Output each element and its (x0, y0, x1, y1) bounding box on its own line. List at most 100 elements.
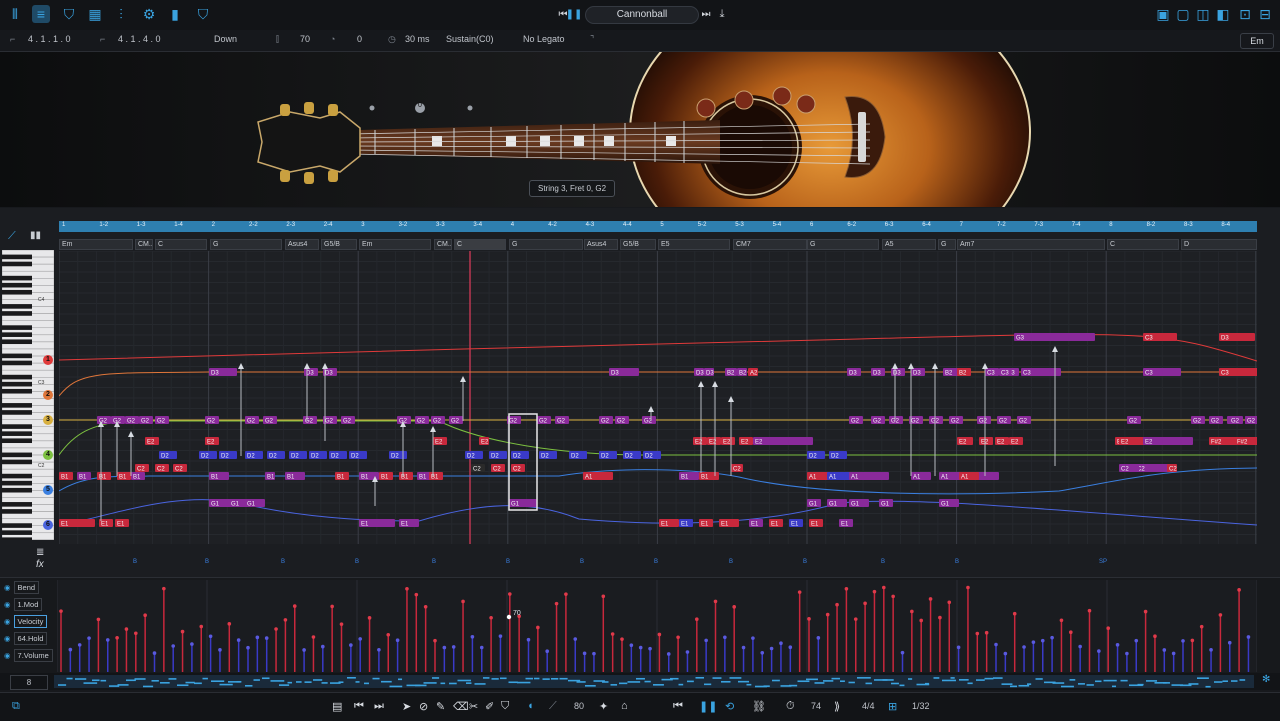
note-block[interactable]: E1 (769, 519, 783, 528)
note-block[interactable]: E1 (659, 519, 679, 528)
sliders-icon[interactable]: ⫶ (112, 5, 130, 23)
guard-icon[interactable]: ⛉ (194, 5, 212, 23)
black-key[interactable] (2, 452, 32, 458)
black-key[interactable] (2, 353, 32, 359)
offset-value[interactable]: 0 (357, 34, 362, 44)
curve-icon[interactable]: ⌝ (590, 34, 594, 45)
note-block[interactable]: G2 (871, 416, 885, 425)
note-block[interactable]: B1 (77, 472, 91, 481)
pointer-icon[interactable]: ➤ (402, 700, 411, 713)
note-block[interactable]: E2 (739, 437, 753, 446)
start-position[interactable]: 4 . 1 . 1 . 0 (28, 34, 71, 44)
window-icon[interactable]: ▢ (1174, 5, 1192, 23)
note-block[interactable]: G2 (889, 416, 903, 425)
note-block[interactable]: C2 (155, 464, 169, 473)
note-block[interactable]: G2 (245, 416, 259, 425)
note-block[interactable]: G2 (1245, 416, 1257, 425)
note-block[interactable]: G1 (849, 499, 869, 508)
note-block[interactable]: G2 (1017, 416, 1031, 425)
line-icon[interactable]: ⟋ (549, 700, 557, 713)
visibility-icon[interactable]: ◉ (4, 634, 11, 643)
shield-tool-icon[interactable]: ⛉ (501, 700, 509, 713)
note-block[interactable]: D3 (694, 368, 704, 377)
note-block[interactable]: E1 (789, 519, 803, 528)
note-block[interactable]: D2 (511, 451, 529, 460)
string-number-badge[interactable]: 6 (43, 520, 53, 530)
fx-marker[interactable]: B (281, 559, 285, 565)
note-block[interactable]: F#2 (1209, 437, 1239, 446)
audio-icon[interactable]: ◖ (527, 700, 534, 712)
string-number-badge[interactable]: 1 (43, 355, 53, 365)
note-block[interactable]: G2 (1191, 416, 1205, 425)
note-block[interactable]: G2 (849, 416, 863, 425)
rewind-icon[interactable]: ⏮ (673, 700, 683, 713)
note-block[interactable]: E2 (693, 437, 707, 446)
chord-label[interactable]: C (155, 239, 207, 250)
key-button[interactable]: Em (1240, 33, 1274, 49)
note-block[interactable]: B2 (737, 368, 747, 377)
note-block[interactable]: D3 (209, 368, 237, 377)
note-block[interactable]: G2 (977, 416, 991, 425)
library-icon[interactable]: ⦀ (6, 5, 24, 23)
note-block[interactable]: E2 (1009, 437, 1023, 446)
note-block[interactable]: C2 (471, 464, 485, 473)
black-key[interactable] (2, 261, 32, 267)
note-block[interactable]: E2 (205, 437, 219, 446)
visibility-icon[interactable]: ◉ (4, 583, 11, 592)
chord-label[interactable]: G (210, 239, 282, 250)
black-key[interactable] (2, 254, 32, 260)
visibility-icon[interactable]: ◉ (4, 651, 11, 660)
note-block[interactable]: G2 (929, 416, 943, 425)
note-block[interactable]: E1 (115, 519, 129, 528)
note-block[interactable]: C3 (1219, 368, 1257, 377)
controller-lane-bend[interactable]: ◉ Bend (4, 581, 54, 594)
chord-label[interactable]: Asus4 (584, 239, 618, 250)
articulation-icon[interactable]: ≣ (36, 547, 44, 558)
chord-label[interactable]: Am7 (957, 239, 1105, 250)
tempo-value[interactable]: 74 (811, 701, 821, 711)
note-block[interactable]: A1 (911, 472, 931, 481)
chord-label[interactable]: CM... (434, 239, 452, 250)
fx-marker[interactable]: B (432, 559, 436, 565)
note-block[interactable]: A1 (583, 472, 613, 481)
note-block[interactable]: C2 (731, 464, 743, 473)
velocity-cursor[interactable] (506, 614, 512, 620)
quantize-grid-icon[interactable]: ⊞ (888, 700, 897, 713)
fx-marker[interactable]: B (355, 559, 359, 565)
note-block[interactable]: D2 (309, 451, 327, 460)
brush-icon[interactable]: ✐ (485, 700, 494, 713)
note-block[interactable]: D2 (245, 451, 263, 460)
fx-marker[interactable]: B (506, 559, 510, 565)
chord-label[interactable]: CM7 (733, 239, 807, 250)
black-key[interactable] (2, 311, 32, 316)
note-block[interactable]: G1 (939, 499, 959, 508)
note-block[interactable]: B1 (265, 472, 275, 481)
black-key[interactable] (2, 438, 32, 444)
note-block[interactable]: D2 (539, 451, 557, 460)
note-block[interactable]: D3 (304, 368, 318, 377)
string-number-badge[interactable]: 2 (43, 390, 53, 400)
fx-marker[interactable]: B (205, 559, 209, 565)
sustain-value[interactable]: Sustain(C0) (446, 34, 494, 44)
chord-label[interactable]: G (807, 239, 879, 250)
erase-icon[interactable]: ⊘ (419, 700, 428, 713)
note-block[interactable]: C2 (1167, 464, 1177, 473)
fx-marker[interactable]: B (133, 559, 137, 565)
chord-label[interactable]: C (454, 239, 506, 250)
black-key[interactable] (2, 339, 32, 345)
expand-icon[interactable]: ⊡ (1236, 5, 1254, 23)
note-grid[interactable]: G3 C3 D3D3 D3 D3 D3 D3 D3 D3 D3D3 D3 B2 B2 A2 B2 B2 C3 C3… (59, 251, 1257, 544)
note-block[interactable]: E1 (59, 519, 95, 528)
note-block[interactable]: E2 (145, 437, 159, 446)
note-block[interactable]: E2 (753, 437, 813, 446)
note-block[interactable]: D3 (1219, 333, 1255, 342)
black-key[interactable] (2, 282, 32, 288)
black-key[interactable] (2, 480, 32, 486)
note-block[interactable]: D3 (891, 368, 905, 377)
string-number-badge[interactable]: 5 (43, 485, 53, 495)
note-block[interactable]: E1 (699, 519, 713, 528)
note-block[interactable]: D3 (847, 368, 861, 377)
legato-value[interactable]: No Legato (523, 34, 565, 44)
note-block[interactable]: A2 (748, 368, 758, 377)
note-block[interactable]: B1 (417, 472, 431, 481)
